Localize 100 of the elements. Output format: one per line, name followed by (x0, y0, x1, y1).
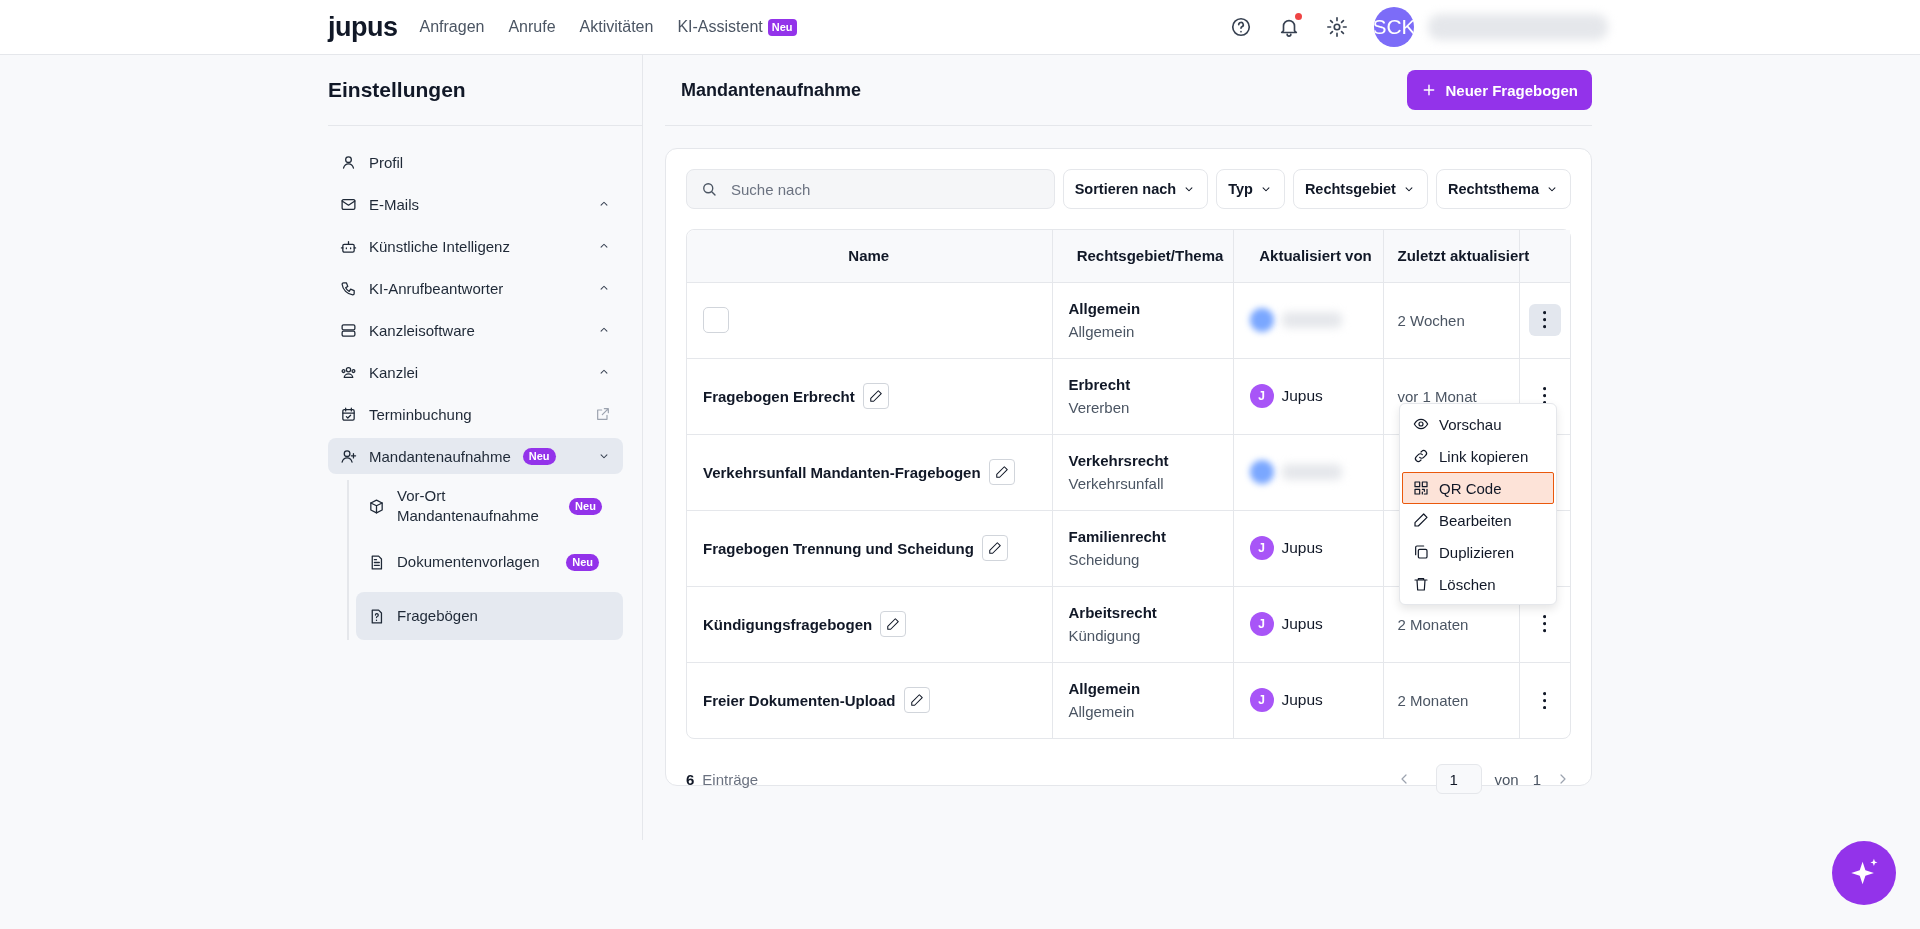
legal-topic: Allgemein (1068, 703, 1136, 721)
column-header: Aktualisiert von (1259, 247, 1372, 265)
eye-icon (1413, 416, 1429, 432)
column-header: Zuletzt aktualisiert (1397, 247, 1530, 265)
sidebar-item[interactable]: Kanzleisoftware (328, 312, 623, 348)
legal-area: Allgemein (1068, 680, 1232, 698)
updated-time: 2 Monaten (1397, 691, 1469, 709)
sidebar-item[interactable]: Künstliche Intelligenz (328, 228, 623, 264)
entry-count: 6 (686, 770, 695, 788)
qr-code-icon (1413, 480, 1429, 496)
new-questionnaire-button[interactable]: Neuer Fragebogen (1407, 70, 1592, 110)
user-avatar: J (1249, 688, 1274, 713)
questionnaire-name: Kündigungsfragebogen (703, 615, 873, 633)
phone-icon (340, 279, 357, 297)
edit-button[interactable] (988, 459, 1015, 485)
sidebar-item[interactable]: Profil (328, 144, 623, 180)
sidebar-subitem[interactable]: Fragebögen (356, 592, 623, 640)
external-link-icon (595, 406, 611, 422)
calendar-icon (340, 405, 357, 423)
search-icon (700, 180, 718, 198)
total-pages: 1 (1532, 770, 1541, 788)
user-avatar: J (1249, 612, 1274, 636)
more-icon (1543, 311, 1547, 329)
legal-area: Arbeitsrecht (1068, 604, 1232, 621)
nav-link[interactable]: Anfragen (419, 18, 485, 36)
edit-button[interactable] (862, 383, 889, 409)
pencil-icon (886, 617, 901, 631)
legal-topic: Kündigung (1068, 627, 1142, 644)
updated-time: 2 Monaten (1397, 615, 1469, 633)
pencil-icon (868, 389, 883, 403)
settings-icon[interactable] (1326, 16, 1348, 38)
questionnaire-name: Fragebogen Erbrecht (703, 387, 855, 405)
questionnaire-name: Fragebogen Trennung und Scheidung (703, 539, 974, 557)
checkbox[interactable] (703, 307, 729, 333)
legal-topic: Allgemein (1068, 323, 1136, 340)
legal-area: Familienrecht (1068, 528, 1232, 545)
menu-item[interactable]: QR Code (1402, 472, 1554, 504)
sidebar-item[interactable]: KI-Anrufbeantworter (328, 270, 623, 306)
menu-item[interactable]: Duplizieren (1402, 536, 1554, 568)
sidebar-subitem[interactable]: Dokumentenvorlagen Neu (356, 538, 623, 586)
questionnaire-name: Freier Dokumenten-Upload (703, 691, 896, 709)
sidebar-item[interactable]: Mandantenaufnahme Neu (328, 438, 623, 474)
trash-icon (1413, 576, 1429, 592)
user-name: Jupus (1281, 539, 1323, 557)
filter-dropdown[interactable]: Rechtsthema (1435, 169, 1571, 209)
menu-item[interactable]: Link kopieren (1402, 440, 1554, 472)
user-avatar: J (1249, 536, 1274, 560)
edit-button[interactable] (880, 611, 907, 637)
legal-topic: Vererben (1068, 399, 1131, 416)
logo[interactable]: jupus (328, 11, 398, 43)
legal-topic: Verkehrsunfall (1068, 475, 1165, 492)
more-icon (1543, 691, 1547, 709)
pencil-icon (987, 541, 1002, 555)
user-name: Jupus (1281, 615, 1323, 633)
sidebar-item[interactable]: E-Mails (328, 186, 623, 222)
edit-button[interactable] (903, 687, 930, 714)
sidebar-item[interactable]: Terminbuchung (328, 396, 623, 432)
questionnaire-name: Verkehrsunfall Mandanten-Fragebogen (703, 463, 981, 481)
legal-area: Verkehrsrecht (1068, 452, 1232, 469)
user-avatar: J (1249, 384, 1274, 408)
new-badge: Neu (522, 447, 556, 465)
user-name: Jupus (1281, 387, 1323, 405)
legal-area: Erbrecht (1068, 376, 1232, 393)
help-icon[interactable] (1230, 16, 1252, 38)
page-of-label: von (1494, 770, 1519, 788)
sidebar-subitem[interactable]: Vor-Ort Mandantenaufnahme Neu (356, 480, 623, 532)
new-badge: Neu (569, 497, 602, 515)
menu-item[interactable]: Vorschau (1402, 408, 1554, 440)
pencil-icon (909, 693, 924, 708)
nav-link[interactable]: KI-Assistent Neu (677, 18, 797, 36)
sidebar-item[interactable]: Kanzlei (328, 354, 623, 390)
more-icon (1543, 387, 1547, 405)
edit-button[interactable] (981, 535, 1008, 561)
updated-time: 2 Wochen (1397, 311, 1465, 329)
more-button[interactable] (1528, 304, 1561, 336)
column-header: Name (848, 247, 890, 265)
entry-label: Einträge (702, 770, 759, 788)
pencil-icon (1413, 512, 1429, 528)
page-field[interactable]: 1 (1436, 764, 1483, 794)
nav-link[interactable]: Anrufe (508, 18, 556, 36)
legal-topic: Scheidung (1068, 551, 1141, 568)
sidebar-title: Einstellungen (328, 78, 466, 102)
server-icon (340, 321, 357, 339)
pencil-icon (994, 465, 1009, 479)
menu-item[interactable]: Löschen (1402, 568, 1554, 600)
column-header: Rechtsgebiet/Thema (1076, 247, 1224, 265)
new-badge: Neu (767, 18, 797, 36)
more-icon (1543, 615, 1547, 633)
search-field[interactable]: Suche nach (686, 169, 1055, 209)
new-badge: Neu (566, 553, 599, 571)
nav-link[interactable]: Aktivitäten (579, 18, 654, 36)
cube-icon (368, 497, 385, 515)
filter-dropdown[interactable]: Rechtsgebiet (1292, 169, 1428, 209)
updated-time: vor 1 Monat (1397, 387, 1477, 405)
person-plus-icon (340, 447, 357, 465)
filter-dropdown[interactable]: Typ (1216, 169, 1285, 209)
filter-dropdown[interactable]: Sortieren nach (1062, 169, 1209, 209)
person-icon (340, 153, 357, 171)
menu-item[interactable]: Bearbeiten (1402, 504, 1554, 536)
user-name: Jupus (1281, 691, 1323, 710)
